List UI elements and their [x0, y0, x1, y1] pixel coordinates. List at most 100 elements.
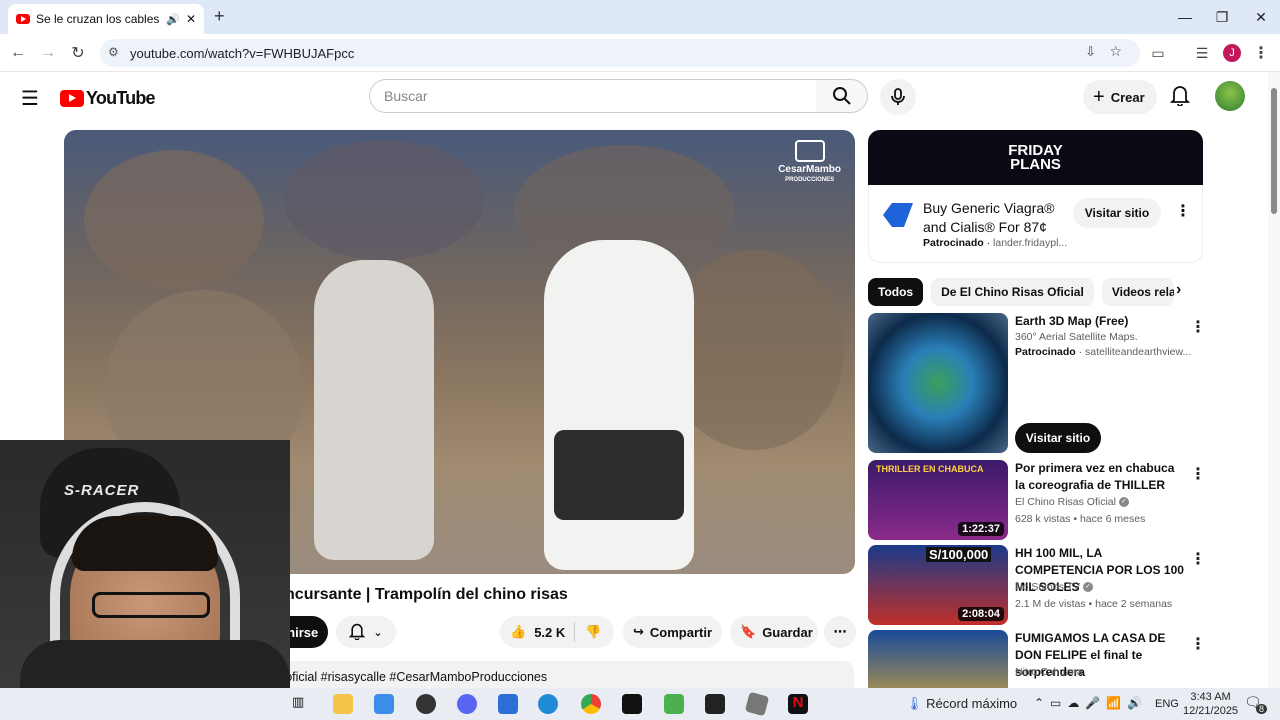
chevron-down-icon: ⌄ [373, 626, 383, 639]
install-app-icon[interactable]: ⇩ [1085, 44, 1096, 60]
maximize-button[interactable]: ❐ [1203, 0, 1241, 34]
browser-menu-icon[interactable]: ⋮ [1250, 42, 1272, 64]
thumbnail-text: THRILLER EN CHABUCA [876, 464, 984, 474]
youtube-logo[interactable]: YouTube [60, 88, 156, 109]
contestant-figure [314, 260, 434, 560]
tray-icons[interactable]: ⌃▭☁🎤📶🔊 [1034, 696, 1148, 710]
search-button[interactable] [816, 79, 868, 113]
browser-tab[interactable]: Se le cruzan los cables a co 🔊 ✕ [8, 4, 204, 34]
user-avatar[interactable] [1215, 81, 1245, 111]
forward-arrow-icon[interactable]: → [37, 42, 59, 64]
media-controls-icon[interactable]: ☰ [1191, 42, 1213, 64]
app-icon-2[interactable] [538, 694, 558, 714]
page-scrollbar[interactable] [1268, 72, 1280, 688]
scrollbar-thumb[interactable] [1271, 88, 1277, 214]
chip-channel[interactable]: De El Chino Risas Oficial [931, 278, 1094, 306]
video-description[interactable]: asoficial #risasycalle #CesarMamboProduc… [262, 661, 854, 691]
new-tab-button[interactable]: + [214, 6, 225, 27]
minimize-button[interactable]: — [1166, 0, 1204, 34]
rec-more-icon[interactable]: ⋮ [1190, 464, 1206, 484]
search-placeholder: Buscar [384, 88, 428, 104]
ad-visit-label: Visitar sitio [1084, 206, 1150, 220]
reload-icon[interactable]: ↻ [67, 42, 89, 64]
ad-banner-text: FRIDAY PLANS [1008, 141, 1063, 173]
more-actions-button[interactable]: ⋯ [824, 616, 856, 648]
obs-icon[interactable] [416, 694, 436, 714]
rec-more-icon[interactable]: ⋮ [1190, 634, 1206, 654]
profile-avatar[interactable]: J [1223, 44, 1241, 62]
share-label: Compartir [649, 624, 713, 640]
discord-icon[interactable] [457, 694, 477, 714]
search-input[interactable]: Buscar [369, 79, 817, 113]
clock[interactable]: 3:43 AM 12/21/2025 [1183, 690, 1238, 718]
ad-domain: lander.fridaypl... [993, 237, 1068, 249]
rec-more-icon[interactable]: ⋮ [1190, 549, 1206, 569]
youtube-logo-text: YouTube [86, 88, 156, 108]
browser-tab-bar: Se le cruzan los cables a co 🔊 ✕ + — ❐ ✕ [0, 0, 1280, 34]
rec-visit-button[interactable]: Visitar sitio [1015, 423, 1101, 453]
ad-more-icon[interactable]: ⋮ [1175, 201, 1191, 221]
create-button[interactable]: + Crear [1083, 80, 1157, 114]
voice-search-button[interactable] [880, 79, 916, 115]
back-arrow-icon[interactable]: ← [7, 42, 29, 64]
store-icon[interactable] [374, 694, 394, 714]
video-thumbnail: THRILLER EN CHABUCA 1:22:37 [868, 460, 1008, 540]
recommendation-item[interactable]: THRILLER EN CHABUCA 1:22:37 Por primera … [868, 460, 1208, 540]
chip-all[interactable]: Todos [868, 278, 924, 306]
save-label: Guardar [762, 624, 813, 640]
site-info-icon[interactable]: ⚙ [108, 45, 119, 59]
share-button[interactable]: ↪ Compartir [623, 616, 722, 648]
guide-menu-icon[interactable]: ☰ [21, 86, 39, 111]
recommendation-item[interactable]: FUMIGAMOS LA CASA DE DON FELIPE el final… [868, 630, 1208, 688]
verified-check-icon: ✓ [1083, 582, 1094, 593]
netflix-icon[interactable]: N [788, 694, 808, 714]
cast-icon[interactable]: ▭ [1147, 42, 1169, 64]
like-count: 5.2 K [534, 624, 566, 640]
ad-logo-icon [883, 203, 913, 227]
thumbs-down-icon: 👎 [585, 624, 602, 639]
minecraft-icon[interactable] [664, 694, 684, 714]
rec-channel: El Chino Risas Oficial [1015, 496, 1116, 508]
glasses [92, 592, 210, 618]
watermark-logo-icon [794, 140, 825, 162]
audio-playing-icon: 🔊 [166, 13, 180, 26]
chip-related[interactable]: Videos relac [1101, 278, 1174, 306]
bookmark-star-icon[interactable]: ☆ [1109, 43, 1122, 60]
ad-sponsor-row: Patrocinado · lander.fridaypl... [923, 237, 1067, 249]
like-button[interactable]: 👍 5.2 K [500, 624, 574, 640]
streamer-shirt [20, 640, 290, 690]
ad-visit-button[interactable]: Visitar sitio [1073, 198, 1161, 228]
rec-channel-row: El Chino Risas Oficial ✓ [1015, 496, 1129, 508]
task-view-icon[interactable]: ▥ [292, 694, 312, 714]
microphone-icon [891, 88, 905, 105]
file-explorer-icon[interactable] [333, 694, 353, 714]
create-label: Crear [1110, 89, 1145, 105]
rec-more-icon[interactable]: ⋮ [1190, 317, 1206, 337]
youtube-play-icon [60, 90, 84, 107]
sponsored-recommendation[interactable]: Earth 3D Map (Free) 360° Aerial Satellit… [868, 313, 1208, 453]
subscribe-notifications-button[interactable]: ⌄ [336, 616, 396, 648]
video-watermark: CesarMambo PRODUCCIONES [778, 140, 841, 186]
weather-label: Récord máximo [926, 696, 1018, 711]
tab-close-icon[interactable]: ✕ [186, 12, 196, 26]
recommendation-item[interactable]: S/100,000 2:08:04 HH 100 MIL, LA COMPETE… [868, 545, 1208, 625]
chips-next-chevron-icon[interactable]: › [1176, 281, 1181, 299]
bell-icon [349, 622, 366, 643]
epic-games-icon[interactable] [705, 694, 725, 714]
rec-subtitle: 360° Aerial Satellite Maps. [1015, 331, 1138, 343]
app-icon[interactable] [498, 694, 518, 714]
clock-time: 3:43 AM [1190, 691, 1231, 703]
address-bar[interactable]: ⚙ youtube.com/watch?v=FWHBUJAFpcc ⇩ ☆ [100, 39, 1140, 67]
ad-banner[interactable]: FRIDAY PLANS [868, 130, 1203, 185]
webcam-overlay: S-RACER [0, 440, 290, 690]
chrome-icon[interactable] [581, 694, 601, 714]
weather-widget[interactable]: 🌡 Récord máximo [906, 696, 1017, 712]
language-indicator[interactable]: ENG [1155, 698, 1179, 710]
tiktok-icon[interactable] [622, 694, 642, 714]
save-button[interactable]: 🔖 Guardar [730, 616, 818, 648]
dislike-button[interactable]: 👎 [574, 622, 601, 642]
close-window-button[interactable]: ✕ [1242, 0, 1280, 34]
rec-sponsor-row: Patrocinado · satelliteandearthview... [1015, 346, 1191, 358]
notifications-bell-icon[interactable] [1169, 84, 1191, 111]
ad-card[interactable]: Buy Generic Viagra® and Cialis® For 87¢ … [868, 185, 1203, 263]
